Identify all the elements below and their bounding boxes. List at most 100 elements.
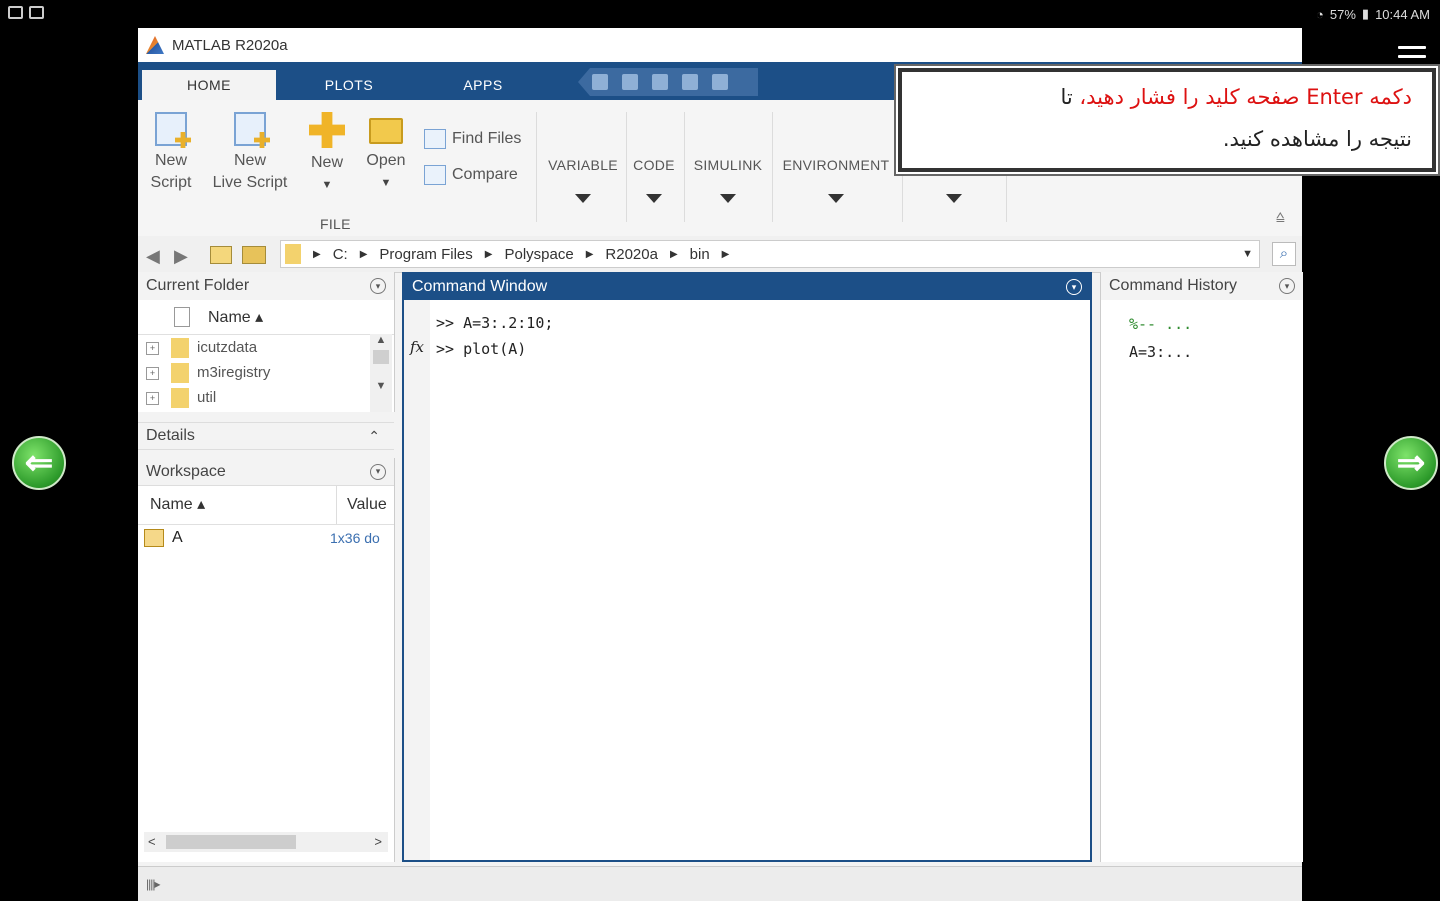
list-item[interactable]: + m3iregistry <box>138 360 394 385</box>
variable-group-label: VARIABLE <box>548 157 618 173</box>
collapse-ribbon-icon[interactable]: ⩠ <box>1276 208 1285 225</box>
callout-line2: نتیجه را مشاهده کنید. <box>1222 127 1412 151</box>
save-icon[interactable] <box>592 74 608 90</box>
list-item[interactable]: + util <box>138 385 394 410</box>
variable-value: 1x36 dou <box>330 530 380 546</box>
new-live-script-button[interactable]: New Live Script <box>206 112 294 194</box>
file-type-icon <box>174 307 190 327</box>
new-script-label-1: New <box>154 152 187 169</box>
matrix-icon <box>144 529 164 547</box>
tab-plots[interactable]: PLOTS <box>284 70 414 100</box>
command-window[interactable]: Command Window ▾ >> A=3:.2:10; fx >> plo… <box>402 272 1092 862</box>
current-folder-title: Current Folder <box>146 277 250 294</box>
callout-line1-tail: تا <box>1060 85 1080 109</box>
history-entry[interactable]: %-- ... <box>1129 310 1303 338</box>
fx-icon[interactable]: fx <box>410 338 424 356</box>
ws-value-column[interactable]: Value <box>337 496 387 514</box>
file-group-label: FILE <box>320 216 351 232</box>
new-script-icon <box>155 112 191 148</box>
folder-icon <box>171 338 189 359</box>
workspace-panel: Workspace ▾ Name ▴ Value A 1x36 dou < > <box>138 458 395 862</box>
new-live-script-label-2: Live Script <box>212 174 288 191</box>
scroll-down-icon[interactable]: ▼ <box>370 380 392 392</box>
name-column-header[interactable]: Name ▴ <box>138 300 394 335</box>
panel-menu-icon[interactable]: ▾ <box>370 278 386 294</box>
history-entry[interactable]: A=3:... <box>1129 338 1303 366</box>
panel-menu-icon[interactable]: ▾ <box>1279 278 1295 294</box>
breadcrumb-drive[interactable]: C: <box>333 246 348 263</box>
new-button[interactable]: New ▼ <box>302 112 352 196</box>
cut-icon[interactable] <box>622 74 638 90</box>
status-grip-icon[interactable]: ||||▸ <box>146 877 160 891</box>
horizontal-scrollbar[interactable]: < > <box>144 832 388 852</box>
current-folder-panel: Current Folder ▾ Name ▴ + icutzdata + m3ir… <box>138 272 395 412</box>
search-icon[interactable]: ⌕ <box>1272 242 1296 266</box>
history-list: %-- ... A=3:... <box>1101 300 1303 366</box>
expand-icon[interactable]: + <box>146 391 159 405</box>
simulink-expand-icon <box>720 194 736 203</box>
folder-scrollbar[interactable]: ▲ ▼ <box>370 334 392 412</box>
next-arrow-icon[interactable]: ⇒ <box>1384 436 1438 490</box>
folder-list: + icutzdata + m3iregistry + util <box>138 335 394 410</box>
breadcrumb-bin[interactable]: bin <box>690 246 710 263</box>
folder-icon <box>369 118 403 144</box>
new-script-button[interactable]: New Script <box>146 112 196 194</box>
forward-icon[interactable]: ▶ <box>174 246 188 267</box>
path-dropdown-icon[interactable]: ▼ <box>1242 248 1253 260</box>
environment-group[interactable]: ENVIRONMENT <box>776 154 896 203</box>
open-dropdown-icon: ▼ <box>380 177 392 189</box>
compare-label: Compare <box>452 166 518 183</box>
image-icon <box>8 6 23 19</box>
compare-button[interactable]: Compare <box>424 164 518 186</box>
browse-folder-icon[interactable] <box>242 246 266 264</box>
previous-arrow-icon[interactable]: ⇐ <box>12 436 66 490</box>
breadcrumb-polyspace[interactable]: Polyspace <box>504 246 573 263</box>
command-line-2: >> plot(A) <box>436 340 527 358</box>
table-row[interactable]: A 1x36 dou <box>138 525 394 551</box>
details-panel[interactable]: Details ⌃ <box>138 422 394 450</box>
current-path[interactable]: ▶ C: ▶ Program Files ▶ Polyspace ▶ R2020… <box>280 240 1260 268</box>
quick-access-toolbar <box>578 68 758 96</box>
device-status-bar: ◔ 57% ▮ 10:44 AM <box>0 0 1440 28</box>
breadcrumb-program-files[interactable]: Program Files <box>379 246 472 263</box>
scroll-up-icon[interactable]: ▲ <box>370 334 392 346</box>
breadcrumb-r2020a[interactable]: R2020a <box>605 246 658 263</box>
find-files-icon <box>424 128 446 149</box>
battery-level: 57% <box>1329 6 1356 22</box>
variable-name: A <box>172 529 183 546</box>
code-expand-icon <box>646 194 662 203</box>
up-folder-icon[interactable] <box>210 246 232 264</box>
scroll-right-icon[interactable]: > <box>374 834 382 849</box>
simulink-group[interactable]: SIMULINK <box>688 154 768 203</box>
new-label: New <box>310 154 343 171</box>
new-live-script-label-1: New <box>233 152 266 169</box>
folder-icon <box>171 363 189 384</box>
paste-icon[interactable] <box>682 74 698 90</box>
address-bar: ◀ ▶ ▶ C: ▶ Program Files ▶ Polyspace ▶ R… <box>138 236 1302 273</box>
status-bar: ||||▸ <box>138 866 1302 901</box>
variable-group[interactable]: VARIABLE <box>544 154 622 203</box>
folder-icon <box>171 388 189 409</box>
workspace-header: Name ▴ Value <box>138 486 394 525</box>
environment-expand-icon <box>828 194 844 203</box>
chevron-up-icon[interactable]: ⌃ <box>368 428 380 445</box>
open-label: Open <box>366 152 406 169</box>
clock: 10:44 AM <box>1375 6 1430 22</box>
code-group[interactable]: CODE <box>628 154 680 203</box>
tab-home[interactable]: HOME <box>142 70 276 100</box>
tab-apps[interactable]: APPS <box>418 70 548 100</box>
panel-menu-icon[interactable]: ▾ <box>1066 279 1082 295</box>
find-files-button[interactable]: Find Files <box>424 128 521 150</box>
copy-icon[interactable] <box>652 74 668 90</box>
expand-icon[interactable]: + <box>146 366 159 380</box>
back-icon[interactable]: ◀ <box>146 246 160 267</box>
panel-menu-icon[interactable]: ▾ <box>370 463 386 480</box>
scroll-left-icon[interactable]: < <box>148 834 156 849</box>
variable-expand-icon <box>575 194 591 203</box>
tutorial-callout: دکمه Enter صفحه کلید را فشار دهید، تا نت… <box>898 68 1436 172</box>
expand-icon[interactable]: + <box>146 341 159 355</box>
ws-name-column[interactable]: Name ▴ <box>138 486 337 524</box>
open-button[interactable]: Open ▼ <box>360 112 412 194</box>
list-item[interactable]: + icutzdata <box>138 335 394 360</box>
undo-icon[interactable] <box>712 74 728 90</box>
